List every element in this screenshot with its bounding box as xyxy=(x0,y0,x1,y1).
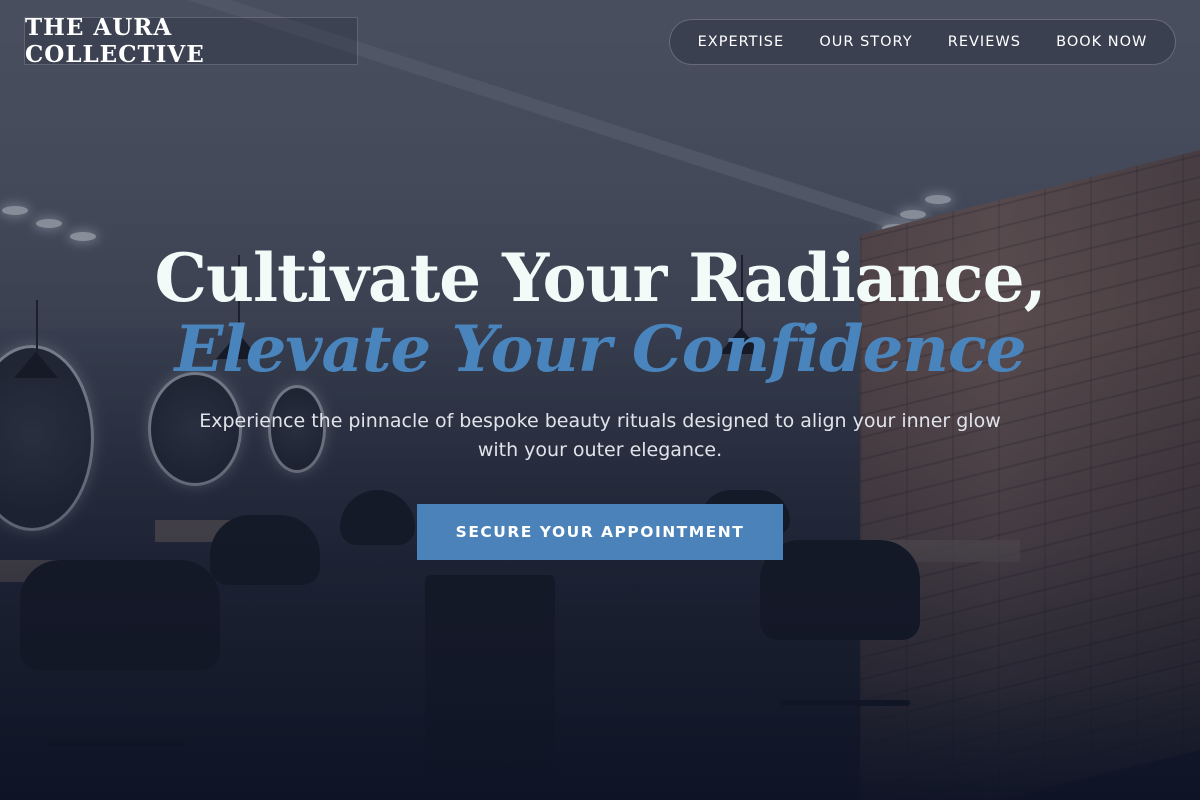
site-logo[interactable]: THE AURA COLLECTIVE xyxy=(24,14,358,68)
hero-background-image xyxy=(0,0,1200,800)
nav-link-expertise[interactable]: EXPERTISE xyxy=(698,34,785,50)
secure-appointment-button[interactable]: SECURE YOUR APPOINTMENT xyxy=(417,504,783,560)
nav-link-our-story[interactable]: OUR STORY xyxy=(819,34,912,50)
hero-overlay xyxy=(0,0,1200,800)
nav-link-reviews[interactable]: REVIEWS xyxy=(948,34,1021,50)
hero-title: Cultivate Your Radiance, xyxy=(154,239,1046,317)
nav-link-book-now[interactable]: BOOK NOW xyxy=(1056,34,1147,50)
main-nav: EXPERTISE OUR STORY REVIEWS BOOK NOW xyxy=(669,19,1176,65)
hero-title-accent: Elevate Your Confidence xyxy=(174,312,1026,387)
hero-subtitle: Experience the pinnacle of bespoke beaut… xyxy=(199,410,1001,461)
